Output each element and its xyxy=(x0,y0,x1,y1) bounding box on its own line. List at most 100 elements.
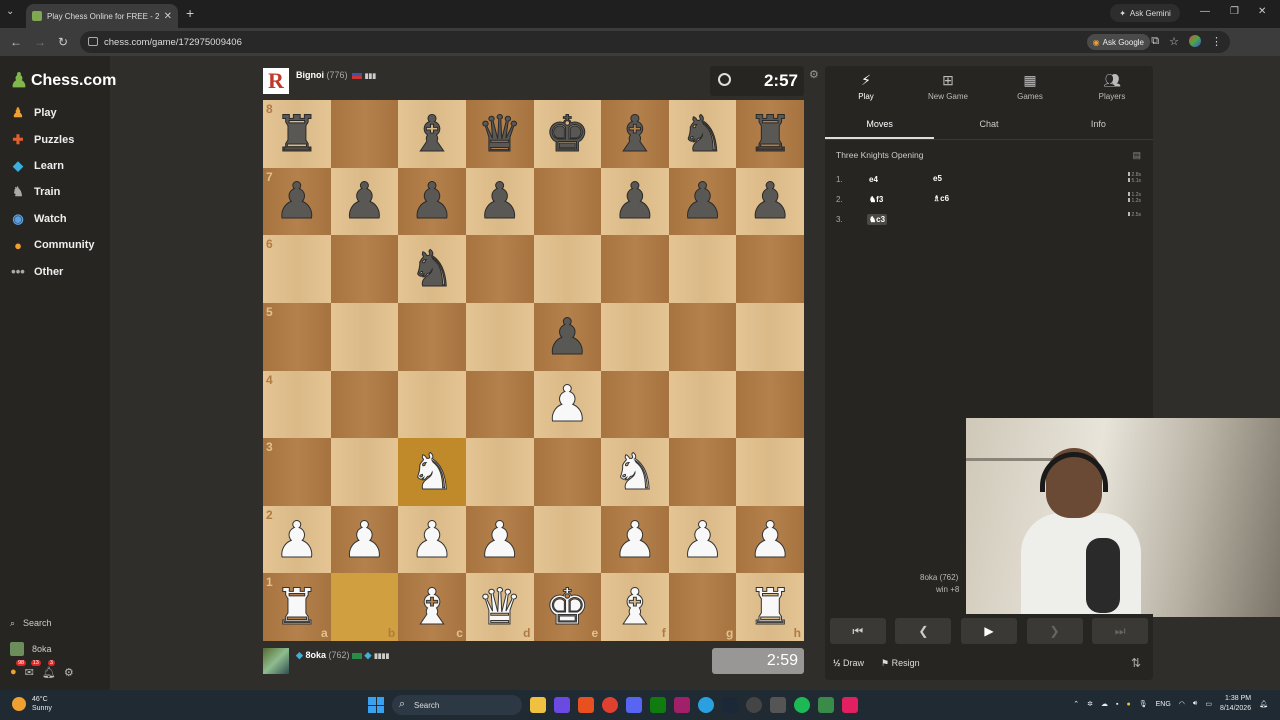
white-knight-icon[interactable]: ♞ xyxy=(409,446,455,497)
square-f2[interactable]: ♟ xyxy=(601,505,669,574)
sidebar-search[interactable]: ⌕ Search xyxy=(10,610,105,636)
sidebar-item-puzzles[interactable]: ✚ Puzzles xyxy=(10,126,95,152)
square-b2[interactable]: ♟ xyxy=(330,505,399,574)
app-tray-icon[interactable]: ▪ xyxy=(1116,701,1118,708)
square-d8[interactable]: ♛ xyxy=(465,100,534,168)
black-pawn-icon[interactable]: ♟ xyxy=(342,176,388,227)
menu-kebab-icon[interactable]: ⋮ xyxy=(1211,35,1222,48)
settings-gear-icon[interactable]: ⚙ xyxy=(64,666,74,679)
app-icon[interactable] xyxy=(674,697,690,713)
black-bishop-icon[interactable]: ♝ xyxy=(409,108,455,159)
tab-new-game[interactable]: ⊞ New Game xyxy=(907,66,989,106)
first-move-button[interactable]: ⏮ xyxy=(829,618,886,644)
black-king-icon[interactable]: ♚ xyxy=(544,108,590,159)
square-c2[interactable]: ♟ xyxy=(398,505,466,574)
square-e5[interactable]: ♟ xyxy=(533,302,602,371)
maximize-icon[interactable]: ❐ xyxy=(1230,6,1239,17)
white-pawn-icon[interactable]: ♟ xyxy=(747,514,793,565)
white-knight-icon[interactable]: ♞ xyxy=(612,446,658,497)
square-h3[interactable] xyxy=(736,438,804,506)
white-pawn-icon[interactable]: ♟ xyxy=(274,514,320,565)
square-f8[interactable]: ♝ xyxy=(601,100,669,168)
taskbar-search[interactable]: Search xyxy=(392,695,522,715)
square-a2[interactable]: 2 ♟ xyxy=(263,505,331,574)
white-pawn-icon[interactable]: ♟ xyxy=(612,514,658,565)
tab-menu-icon[interactable]: ⌄ xyxy=(6,6,14,17)
white-king-icon[interactable]: ♚ xyxy=(544,582,590,633)
obs-icon[interactable] xyxy=(746,697,762,713)
square-b3[interactable] xyxy=(330,438,399,506)
square-b1[interactable]: b xyxy=(330,573,399,641)
opponent-avatar[interactable]: R xyxy=(263,68,289,94)
square-g2[interactable]: ♟ xyxy=(668,505,737,574)
play-button[interactable]: ▶ xyxy=(960,618,1017,644)
square-b7[interactable]: ♟ xyxy=(330,167,399,236)
square-a3[interactable]: 3 xyxy=(263,438,331,506)
profile-avatar-icon[interactable] xyxy=(1189,35,1201,47)
square-a1[interactable]: 1 a ♜ xyxy=(263,573,331,641)
square-c8[interactable]: ♝ xyxy=(398,100,466,168)
chess-board[interactable]: 8 ♜ ♝ ♛ ♚ ♝ ♞ ♜ 7 ♟ ♟ ♟ ♟ ♟ ♟ ♟ 6 ♞ 5 ♟ 4 ♟ 3 ♞ ♞ 2 ♟ ♟ ♟ ♟ ♟ ♟ ♟ 1 a ♜ b c ♝ d… xyxy=(263,100,804,641)
square-d4[interactable] xyxy=(465,370,534,439)
square-b8[interactable] xyxy=(330,100,399,168)
black-pawn-icon[interactable]: ♟ xyxy=(274,176,320,227)
black-queen-icon[interactable]: ♛ xyxy=(477,108,523,159)
square-f1[interactable]: f ♝ xyxy=(601,573,669,641)
sidebar-item-watch[interactable]: ◉ Watch xyxy=(10,206,95,232)
subtab-chat[interactable]: Chat xyxy=(934,110,1043,139)
app-tray-icon[interactable]: ● xyxy=(1127,701,1131,708)
square-h5[interactable] xyxy=(736,302,804,371)
reload-icon[interactable]: ↻ xyxy=(58,35,68,49)
bookmark-star-icon[interactable]: ☆ xyxy=(1169,35,1179,48)
app-icon[interactable] xyxy=(554,697,570,713)
spotify-icon[interactable] xyxy=(794,697,810,713)
tab-play[interactable]: ⚡︎ Play xyxy=(825,66,907,106)
white-rook-icon[interactable]: ♜ xyxy=(747,582,793,633)
battery-icon[interactable]: ▭ xyxy=(1205,700,1212,708)
last-move-button[interactable]: ⏭ xyxy=(1092,618,1149,644)
square-h2[interactable]: ♟ xyxy=(736,505,804,574)
white-bishop-icon[interactable]: ♝ xyxy=(612,582,658,633)
square-e6[interactable] xyxy=(533,235,602,303)
previous-move-button[interactable]: ❮ xyxy=(895,618,952,644)
square-f5[interactable] xyxy=(601,302,669,371)
square-h6[interactable] xyxy=(736,235,804,303)
black-pawn-icon[interactable]: ♟ xyxy=(409,176,455,227)
square-e8[interactable]: ♚ xyxy=(533,100,602,168)
opponent-name[interactable]: Bignoi (776) ▮▮▮ xyxy=(296,70,376,80)
square-f4[interactable] xyxy=(601,370,669,439)
square-g8[interactable]: ♞ xyxy=(668,100,737,168)
flip-board-icon[interactable]: ⇅ xyxy=(1131,656,1141,670)
square-h7[interactable]: ♟ xyxy=(736,167,804,236)
bell-icon[interactable]: 🔔︎ 3 xyxy=(42,660,56,679)
square-a8[interactable]: 8 ♜ xyxy=(263,100,331,168)
square-c7[interactable]: ♟ xyxy=(398,167,466,236)
black-pawn-icon[interactable]: ♟ xyxy=(544,311,590,362)
black-pawn-icon[interactable]: ♟ xyxy=(680,176,726,227)
resign-button[interactable]: ⚑ Resign xyxy=(881,658,920,669)
app-icon[interactable] xyxy=(818,697,834,713)
language-indicator[interactable]: ENG xyxy=(1156,701,1171,708)
player-avatar[interactable] xyxy=(263,648,289,674)
square-g1[interactable]: g xyxy=(668,573,737,641)
steam-icon[interactable] xyxy=(722,697,738,713)
chesscom-logo[interactable]: ♟ Chess.com xyxy=(10,68,116,93)
black-knight-icon[interactable]: ♞ xyxy=(409,244,455,295)
weather-widget[interactable]: 46°C Sunny xyxy=(12,695,52,713)
black-pawn-icon[interactable]: ♟ xyxy=(612,176,658,227)
telegram-icon[interactable] xyxy=(698,697,714,713)
black-move[interactable]: e5 xyxy=(933,174,942,183)
square-b5[interactable] xyxy=(330,302,399,371)
white-move[interactable]: e4 xyxy=(867,174,880,185)
square-a7[interactable]: 7 ♟ xyxy=(263,167,331,236)
tiktok-icon[interactable] xyxy=(842,697,858,713)
square-a5[interactable]: 5 xyxy=(263,302,331,371)
system-clock[interactable]: 1:38 PM 8/14/2026 xyxy=(1220,694,1251,714)
sidebar-item-other[interactable]: ••• Other xyxy=(10,258,95,284)
black-rook-icon[interactable]: ♜ xyxy=(747,108,793,159)
tab-players[interactable]: 👥︎ Players xyxy=(1071,66,1153,106)
ask-google-button[interactable]: ◉ Ask Google xyxy=(1086,34,1150,50)
sidebar-item-community[interactable]: ● Community xyxy=(10,232,94,258)
forward-icon[interactable]: → xyxy=(34,35,46,49)
square-f7[interactable]: ♟ xyxy=(601,167,669,236)
